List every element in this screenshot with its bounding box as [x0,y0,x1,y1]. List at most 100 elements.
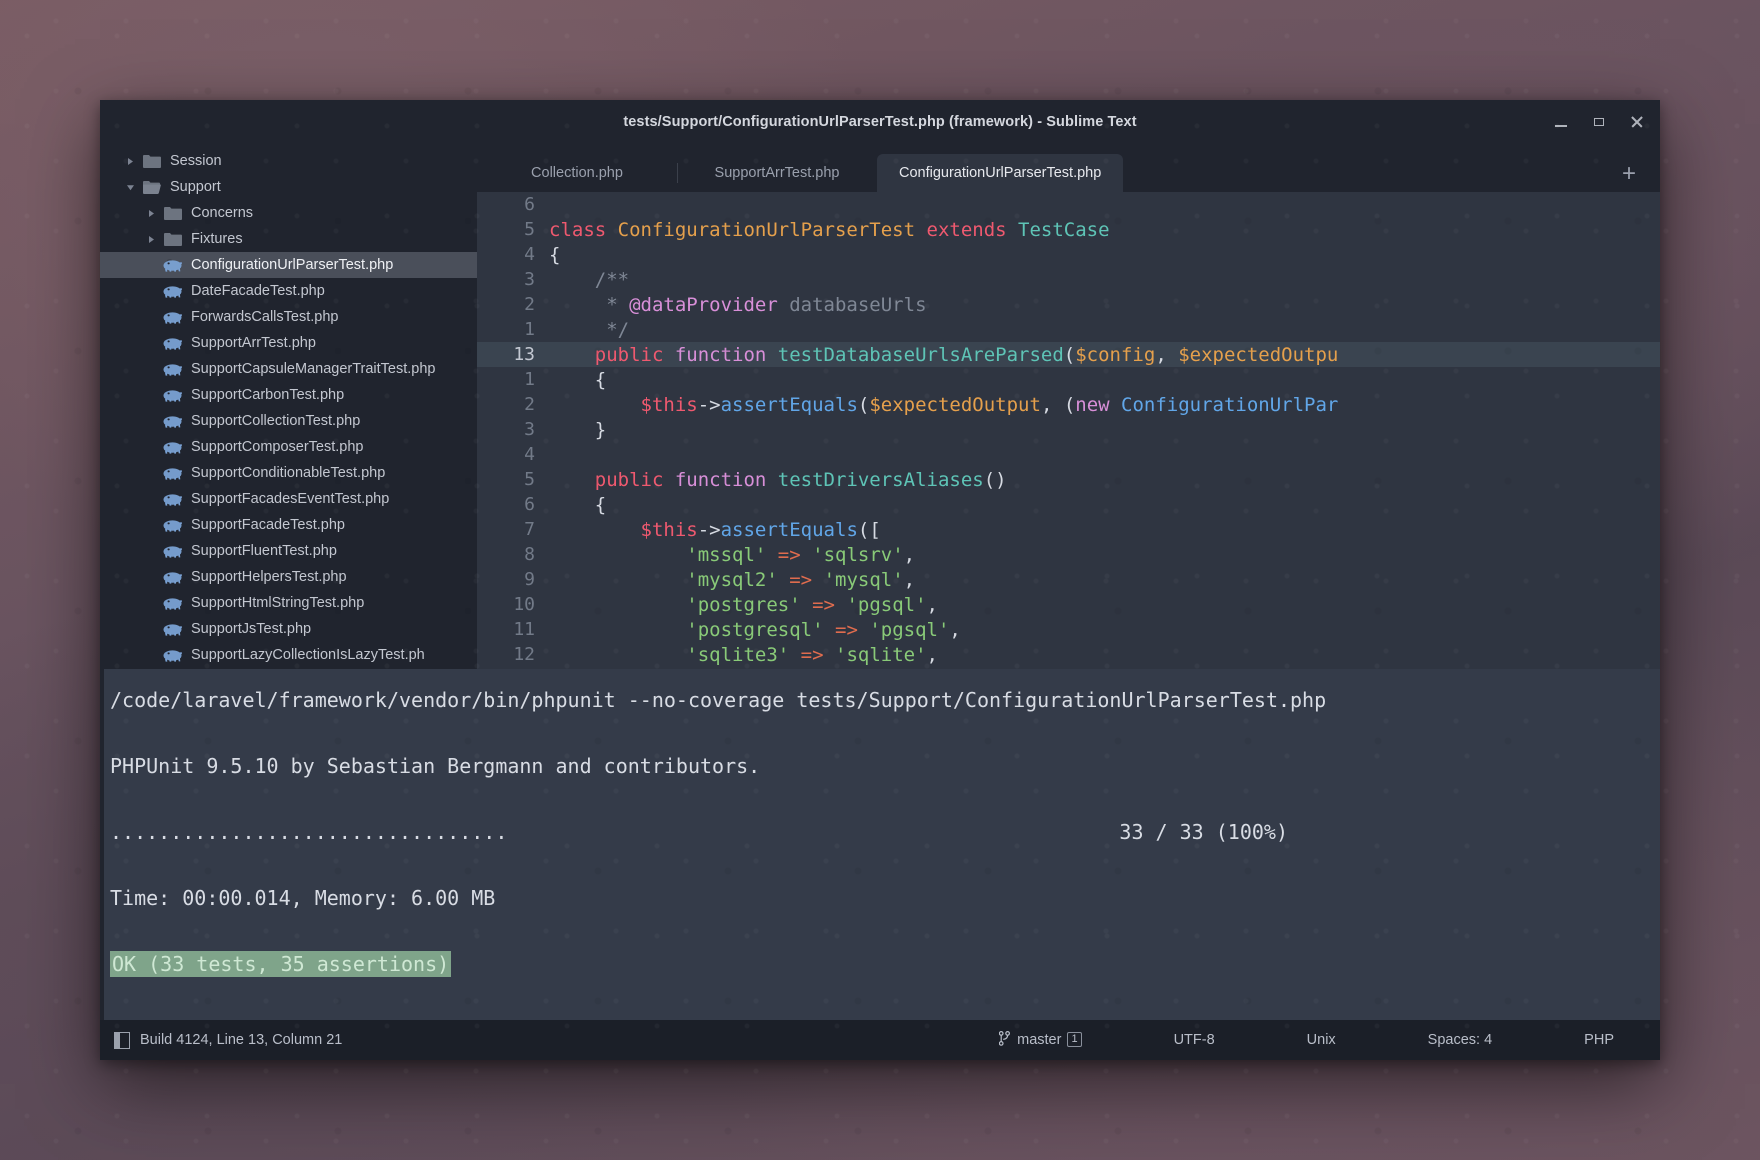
sidebar-item-label: Session [170,153,222,169]
sidebar-item-label: SupportConditionableTest.php [191,465,386,481]
php-file-icon [163,336,184,350]
line-number: 1 [524,369,535,390]
sidebar-file-item[interactable]: SupportFacadeTest.php [100,512,477,538]
status-indentation[interactable]: Spaces: 4 [1382,1032,1539,1048]
chevron-right-icon[interactable] [122,157,138,166]
code-line: 4{ [477,242,1660,267]
sidebar-item-label: ConfigurationUrlParserTest.php [191,257,394,273]
code-line: 6 { [477,492,1660,517]
sidebar-file-item[interactable]: ForwardsCallsTest.php [100,304,477,330]
sidebar-file-item[interactable]: SupportArrTest.php [100,330,477,356]
sidebar-item-label: SupportFluentTest.php [191,543,337,559]
sidebar-file-item[interactable]: DateFacadeTest.php [100,278,477,304]
line-number: 10 [513,594,535,615]
code-line: 3 /** [477,267,1660,292]
line-number: 3 [524,269,535,290]
php-file-icon [163,388,184,402]
chevron-right-icon[interactable] [143,209,159,218]
sidebar-file-item[interactable]: SupportFluentTest.php [100,538,477,564]
sidebar-item-label: SupportFacadesEventTest.php [191,491,390,507]
code-line-text: { [549,243,561,266]
line-number: 9 [524,569,535,590]
editor-tab[interactable]: SupportArrTest.php [677,154,877,192]
php-file-icon [163,258,184,272]
folder-open-icon [143,180,163,194]
php-file-icon [163,440,184,454]
line-number: 2 [524,394,535,415]
status-branch-count: 1 [1067,1032,1082,1047]
code-line-text: 'mssql' => 'sqlsrv', [686,543,916,566]
sidebar-folder-fixtures[interactable]: Fixtures [100,226,477,252]
editor-tab-label: SupportArrTest.php [714,165,840,181]
folder-icon [143,154,163,168]
file-sidebar[interactable]: Session Support Concerns Fixtures Configurat… [100,144,477,669]
status-line-endings[interactable]: Unix [1261,1032,1382,1048]
php-file-icon [163,284,184,298]
sidebar-file-item[interactable]: SupportHtmlStringTest.php [100,590,477,616]
terminal-text: ................................. [110,819,508,844]
maximize-icon[interactable] [1590,113,1608,131]
sidebar-file-item[interactable]: SupportLazyCollectionIsLazyTest.ph [100,642,477,668]
sidebar-file-item[interactable]: SupportConditionableTest.php [100,460,477,486]
sidebar-file-item[interactable]: SupportComposerTest.php [100,434,477,460]
status-right: master 1 UTF-8 Unix Spaces: 4 PHP [953,1030,1660,1050]
title-bar: tests/Support/ConfigurationUrlParserTest… [100,100,1660,144]
sidebar-item-label: SupportJsTest.php [191,621,312,637]
chevron-right-icon[interactable] [143,235,159,244]
code-line-text: 'postgres' => 'pgsql', [686,593,938,616]
code-line: 11 'postgresql' => 'pgsql', [477,617,1660,642]
status-syntax[interactable]: PHP [1538,1032,1660,1048]
sidebar-file-item[interactable]: SupportJsTest.php [100,616,477,642]
sidebar-folder-concerns[interactable]: Concerns [100,200,477,226]
editor-tab-label: Collection.php [531,165,623,181]
chevron-down-icon[interactable] [122,183,138,192]
status-encoding[interactable]: UTF-8 [1128,1032,1261,1048]
sidebar-item-label: SupportLazyCollectionIsLazyTest.ph [191,647,425,663]
code-lines: 6 5 class ConfigurationUrlParserTest exten… [477,192,1660,667]
terminal-text: PHPUnit 9.5.10 by Sebastian Bergmann and… [110,753,761,778]
code-line-active: 13 public function testDatabaseUrlsArePa… [477,342,1660,367]
sidebar-file-item[interactable]: SupportHelpersTest.php [100,564,477,590]
php-file-icon [163,648,184,662]
sidebar-folder-support[interactable]: Support [100,174,477,200]
build-output-panel[interactable]: /code/laravel/framework/vendor/bin/phpun… [100,669,1660,1020]
main-area: Session Support Concerns Fixtures Configurat… [100,144,1660,669]
code-line: 5 public function testDriversAliases() [477,467,1660,492]
sidebar-file-item[interactable]: SupportCapsuleManagerTraitTest.php [100,356,477,382]
sidebar-item-label: SupportHtmlStringTest.php [191,595,365,611]
status-bar: Build 4124, Line 13, Column 21 master 1 U… [100,1020,1660,1060]
new-tab-button[interactable]: + [1614,162,1644,186]
php-file-icon [163,310,184,324]
code-line: 12 'sqlite3' => 'sqlite', [477,642,1660,667]
line-number: 6 [524,494,535,515]
minimize-icon[interactable] [1552,113,1570,131]
window-controls [1552,100,1646,144]
sidebar-folder-session[interactable]: Session [100,148,477,174]
code-line-text: $this->assertEquals($expectedOutput, (ne… [640,393,1339,416]
terminal-progress-count: 33 / 33 (100%) [1119,819,1288,844]
code-line-text: { [549,493,607,516]
folder-icon [164,232,184,246]
sidebar-item-label: Concerns [191,205,254,221]
code-line: 2 $this->assertEquals($expectedOutput, (… [477,392,1660,417]
status-branch[interactable]: master 1 [953,1030,1127,1050]
line-number: 4 [524,244,535,265]
code-line: 9 'mysql2' => 'mysql', [477,567,1660,592]
sidebar-file-item[interactable]: SupportFacadesEventTest.php [100,486,477,512]
sidebar-item-label: SupportHelpersTest.php [191,569,347,585]
sidebar-file-item[interactable]: SupportCarbonTest.php [100,382,477,408]
folder-icon [164,206,184,220]
sidebar-file-item[interactable]: ConfigurationUrlParserTest.php [100,252,477,278]
sidebar-file-item[interactable]: SupportCollectionTest.php [100,408,477,434]
sidebar-toggle-icon[interactable] [114,1031,130,1049]
editor-tab[interactable]: ConfigurationUrlParserTest.php [877,154,1124,192]
close-icon[interactable] [1628,113,1646,131]
line-number: 11 [513,619,535,640]
editor-tab[interactable]: Collection.php [477,154,677,192]
code-line: 3 } [477,417,1660,442]
test-success-badge: OK (33 tests, 35 assertions) [110,950,452,977]
php-file-icon [163,570,184,584]
code-editor[interactable]: 6 5 class ConfigurationUrlParserTest exten… [477,192,1660,669]
